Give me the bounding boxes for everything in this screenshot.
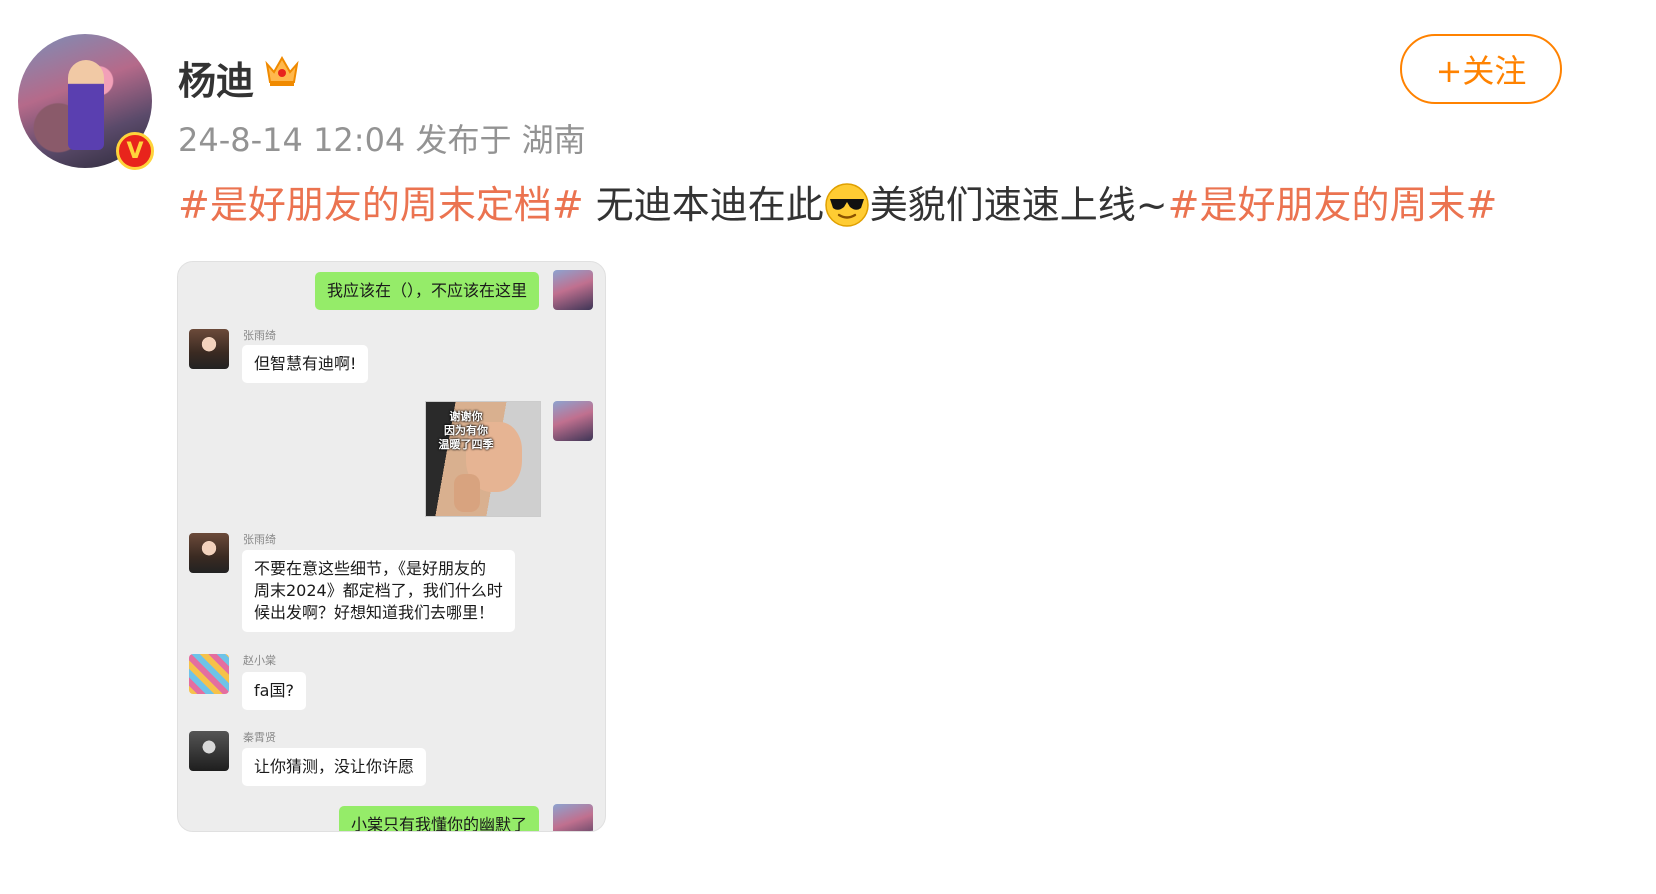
chat-bubble-5: 让你猜测，没让你许愿 bbox=[242, 748, 427, 786]
post-source: 发布于 湖南 bbox=[415, 121, 586, 159]
chat-bubble-4: fa国? bbox=[242, 672, 306, 710]
sticker-caption: 谢谢你 因为有你 温暖了四季 bbox=[438, 410, 494, 451]
chat-sender-zhao: 赵小棠 bbox=[243, 654, 276, 667]
post-text: #是好朋友的周末定档# 无迪本迪在此 美貌们速速上线~#是好朋友的周末# bbox=[178, 182, 1497, 228]
chat-sender-qin: 秦霄贤 bbox=[243, 731, 276, 744]
chat-bubble-self-6: 小棠只有我懂你的幽默了 bbox=[338, 806, 539, 831]
chat-avatar-zhang bbox=[189, 329, 229, 369]
chat-sender-zhang: 张雨绮 bbox=[243, 329, 276, 342]
chat-sender-zhang: 张雨绮 bbox=[243, 533, 276, 546]
post-text-b: 美貌们速速上线~ bbox=[869, 183, 1168, 227]
avatar-figure bbox=[68, 60, 104, 150]
follow-button[interactable]: +关注 bbox=[1400, 34, 1562, 104]
chat-avatar-qin bbox=[189, 731, 229, 771]
chat-avatar-self bbox=[553, 401, 593, 441]
topic-link-2[interactable]: #是好朋友的周末# bbox=[1168, 183, 1498, 227]
username[interactable]: 杨迪 bbox=[178, 50, 254, 105]
topic-link-1[interactable]: #是好朋友的周末定档# bbox=[178, 183, 584, 227]
crown-icon bbox=[265, 55, 299, 86]
post-time[interactable]: 24-8-14 12:04 bbox=[178, 121, 405, 159]
verified-badge-icon: V bbox=[116, 132, 154, 170]
cool-sunglasses-emoji-icon bbox=[824, 182, 870, 228]
chat-bubble-self-1: 我应该在（），不应该在这里 bbox=[314, 272, 539, 310]
chat-sticker-image: 谢谢你 因为有你 温暖了四季 bbox=[425, 401, 541, 517]
chat-avatar-zhao bbox=[189, 654, 229, 694]
chat-bubble-3: 不要在意这些细节，《是好朋友的 周末2024》都定档了，我们什么时 候出发啊？好… bbox=[242, 550, 515, 632]
post-text-a: 无迪本迪在此 bbox=[583, 183, 824, 227]
post-meta: 24-8-14 12:04 发布于 湖南 bbox=[178, 115, 586, 161]
chat-avatar-self bbox=[553, 804, 593, 831]
chat-avatar-self bbox=[553, 270, 593, 310]
chat-avatar-zhang bbox=[189, 533, 229, 573]
chat-bubble-2: 但智慧有迪啊! bbox=[242, 345, 369, 383]
post-image-chat-screenshot[interactable]: 我应该在（），不应该在这里 张雨绮 但智慧有迪啊! 谢谢你 因为有你 温暖了四季… bbox=[177, 261, 606, 832]
sticker-thumb bbox=[454, 474, 480, 512]
